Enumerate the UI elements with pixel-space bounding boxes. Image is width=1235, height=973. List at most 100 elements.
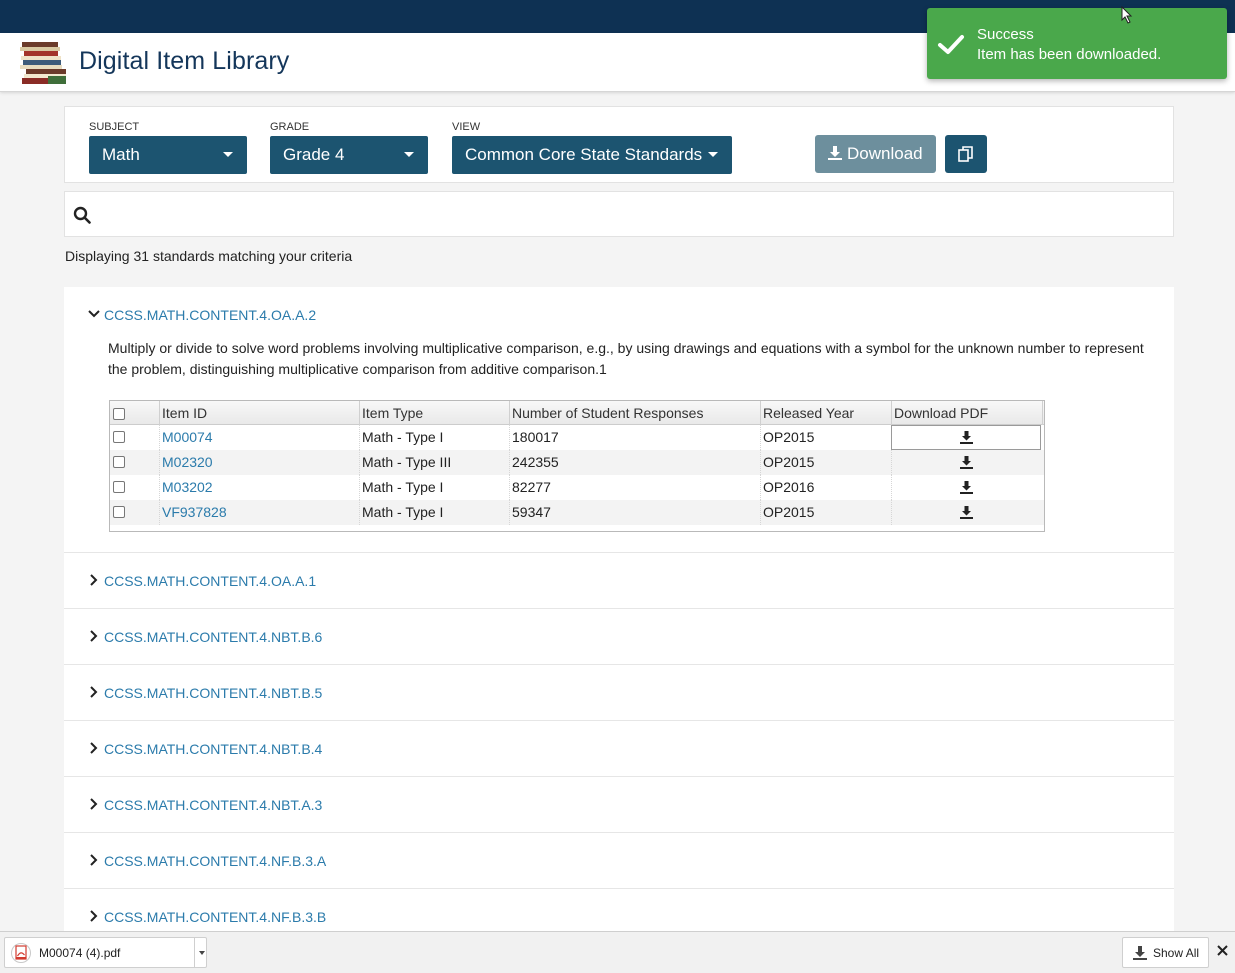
download-icon	[1133, 946, 1147, 960]
download-icon	[828, 146, 842, 160]
success-toast[interactable]: Success Item has been downloaded.	[927, 8, 1227, 79]
row-checkbox[interactable]	[113, 481, 125, 493]
standard-code[interactable]: CCSS.MATH.CONTENT.4.NF.B.3.A	[104, 853, 326, 869]
view-dropdown[interactable]: Common Core State Standards	[452, 136, 732, 174]
item-type: Math - Type III	[360, 450, 510, 475]
standard-row[interactable]: CCSS.MATH.CONTENT.4.NBT.A.3	[64, 776, 1174, 832]
chevron-right-icon	[90, 630, 98, 642]
view-value: Common Core State Standards	[465, 145, 703, 164]
standards-list: CCSS.MATH.CONTENT.4.OA.A.2 Multiply or d…	[64, 287, 1174, 947]
table-row[interactable]: VF937828 Math - Type I 59347 OP2015	[110, 500, 1044, 525]
toast-title: Success	[977, 26, 1034, 43]
item-id-link[interactable]: M03202	[160, 475, 360, 500]
standard-row[interactable]: CCSS.MATH.CONTENT.4.NF.B.3.A	[64, 832, 1174, 888]
chevron-right-icon	[90, 742, 98, 754]
chevron-down-icon[interactable]	[88, 310, 100, 318]
header-item-id[interactable]: Item ID	[160, 401, 360, 425]
standard-code[interactable]: CCSS.MATH.CONTENT.4.NBT.B.6	[104, 629, 322, 645]
results-count: Displaying 31 standards matching your cr…	[65, 248, 353, 264]
row-select-cell	[110, 475, 160, 500]
close-icon[interactable]	[1216, 944, 1229, 957]
standard-row[interactable]: CCSS.MATH.CONTENT.4.NBT.B.5	[64, 664, 1174, 720]
toast-message: Item has been downloaded.	[977, 46, 1162, 63]
subject-label: SUBJECT	[89, 121, 140, 133]
standard-code[interactable]: CCSS.MATH.CONTENT.4.NBT.B.5	[104, 685, 322, 701]
chevron-right-icon	[90, 798, 98, 810]
item-id-link[interactable]: M00074	[160, 425, 360, 450]
grade-value: Grade 4	[283, 145, 345, 164]
divider	[194, 938, 195, 967]
downloaded-file-name: M00074 (4).pdf	[39, 946, 121, 960]
caret-down-icon	[404, 152, 414, 157]
row-select-cell	[110, 450, 160, 475]
copy-button[interactable]	[945, 135, 987, 173]
row-select-cell	[110, 425, 160, 450]
row-checkbox[interactable]	[113, 506, 125, 518]
header-download-pdf[interactable]: Download PDF	[892, 401, 1043, 425]
chevron-right-icon	[90, 854, 98, 866]
standard-description: Multiply or divide to solve word problem…	[108, 340, 1144, 377]
header-student-responses[interactable]: Number of Student Responses	[510, 401, 761, 425]
chevron-right-icon	[90, 686, 98, 698]
show-all-button[interactable]: Show All	[1122, 937, 1209, 968]
header-released-year[interactable]: Released Year	[761, 401, 892, 425]
select-all-checkbox[interactable]	[113, 408, 125, 420]
show-all-label: Show All	[1153, 946, 1200, 960]
standard-code[interactable]: CCSS.MATH.CONTENT.4.OA.A.1	[104, 573, 316, 589]
subject-value: Math	[102, 145, 140, 164]
chevron-right-icon	[90, 910, 98, 922]
standard-code-expanded[interactable]: CCSS.MATH.CONTENT.4.OA.A.2	[104, 307, 316, 323]
caret-down-icon	[708, 152, 718, 157]
header-select-cell	[110, 401, 160, 425]
app-title: Digital Item Library	[79, 47, 290, 75]
caret-down-icon	[223, 152, 233, 157]
table-row[interactable]: M02320 Math - Type III 242355 OP2015	[110, 450, 1044, 475]
mouse-cursor-icon	[1121, 6, 1133, 24]
browser-download-bar: M00074 (4).pdf Show All	[0, 931, 1235, 973]
items-table: Item ID Item Type Number of Student Resp…	[109, 400, 1045, 532]
table-header: Item ID Item Type Number of Student Resp…	[110, 401, 1044, 425]
downloaded-file-item[interactable]: M00074 (4).pdf	[4, 937, 207, 968]
subject-dropdown[interactable]: Math	[89, 136, 247, 174]
download-button[interactable]: Download	[815, 135, 936, 173]
search-bar	[64, 191, 1174, 237]
checkmark-icon	[938, 35, 964, 54]
student-responses: 59347	[510, 500, 761, 525]
copy-icon	[958, 146, 973, 162]
standard-row[interactable]: CCSS.MATH.CONTENT.4.OA.A.1	[64, 552, 1174, 608]
download-pdf-icon[interactable]	[960, 481, 973, 494]
student-responses: 242355	[510, 450, 761, 475]
row-checkbox[interactable]	[113, 456, 125, 468]
table-row[interactable]: M00074 Math - Type I 180017 OP2015	[110, 425, 1044, 450]
standard-code[interactable]: CCSS.MATH.CONTENT.4.NF.B.3.B	[104, 909, 326, 925]
download-pdf-icon[interactable]	[960, 506, 973, 519]
download-pdf-icon[interactable]	[960, 431, 973, 444]
row-select-cell	[110, 500, 160, 525]
standard-code[interactable]: CCSS.MATH.CONTENT.4.NBT.B.4	[104, 741, 322, 757]
search-input[interactable]	[101, 198, 1161, 232]
caret-down-icon[interactable]	[199, 951, 205, 955]
item-type: Math - Type I	[360, 500, 510, 525]
standard-row[interactable]: CCSS.MATH.CONTENT.4.NBT.B.6	[64, 608, 1174, 664]
released-year: OP2016	[761, 475, 892, 500]
table-row[interactable]: M03202 Math - Type I 82277 OP2016	[110, 475, 1044, 500]
chevron-right-icon	[90, 574, 98, 586]
released-year: OP2015	[761, 500, 892, 525]
released-year: OP2015	[761, 450, 892, 475]
download-pdf-icon[interactable]	[960, 456, 973, 469]
books-logo-icon	[20, 42, 66, 84]
standard-code[interactable]: CCSS.MATH.CONTENT.4.NBT.A.3	[104, 797, 322, 813]
item-id-link[interactable]: VF937828	[160, 500, 360, 525]
search-icon	[73, 206, 91, 224]
view-label: VIEW	[452, 121, 481, 133]
header-item-type[interactable]: Item Type	[360, 401, 510, 425]
row-checkbox[interactable]	[113, 431, 125, 443]
item-id-link[interactable]: M02320	[160, 450, 360, 475]
item-type: Math - Type I	[360, 425, 510, 450]
filter-panel: SUBJECT Math GRADE Grade 4 VIEW Common C…	[64, 106, 1174, 183]
item-type: Math - Type I	[360, 475, 510, 500]
standard-row[interactable]: CCSS.MATH.CONTENT.4.NBT.B.4	[64, 720, 1174, 776]
download-button-label: Download	[847, 144, 923, 163]
student-responses: 180017	[510, 425, 761, 450]
grade-dropdown[interactable]: Grade 4	[270, 136, 428, 174]
